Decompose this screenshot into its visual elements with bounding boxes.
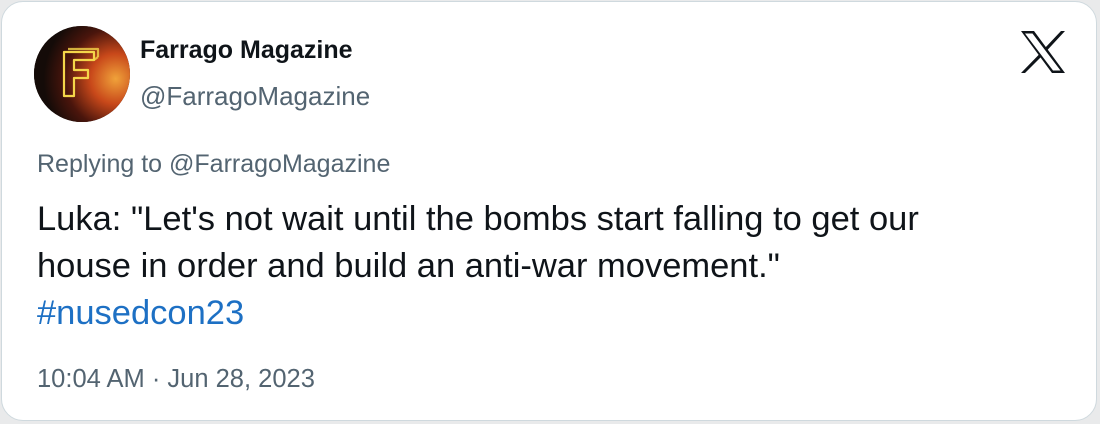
reply-handle[interactable]: @FarragoMagazine bbox=[169, 150, 390, 178]
x-logo-icon[interactable] bbox=[1019, 30, 1067, 74]
author-handle[interactable]: @FarragoMagazine bbox=[140, 81, 370, 112]
tweet-timestamp[interactable]: 10:04 AM · Jun 28, 2023 bbox=[37, 365, 315, 394]
hashtag-link[interactable]: #nusedcon23 bbox=[37, 290, 1077, 337]
tweet-card: Farrago Magazine @FarragoMagazine Replyi… bbox=[1, 1, 1097, 421]
avatar[interactable] bbox=[34, 26, 130, 122]
tweet-time: 10:04 AM bbox=[37, 365, 145, 393]
tweet-text-line: house in order and build an anti-war mov… bbox=[37, 247, 780, 285]
farrago-logo-icon bbox=[34, 26, 130, 122]
tweet-text-line: Luka: "Let's not wait until the bombs st… bbox=[37, 200, 919, 238]
timestamp-separator: · bbox=[144, 365, 168, 393]
reply-prefix: Replying to bbox=[37, 150, 170, 178]
tweet-text: Luka: "Let's not wait until the bombs st… bbox=[37, 196, 1077, 337]
tweet-date: Jun 28, 2023 bbox=[167, 365, 315, 393]
author-display-name[interactable]: Farrago Magazine bbox=[140, 36, 353, 65]
replying-to-line: Replying to @FarragoMagazine bbox=[37, 150, 390, 179]
